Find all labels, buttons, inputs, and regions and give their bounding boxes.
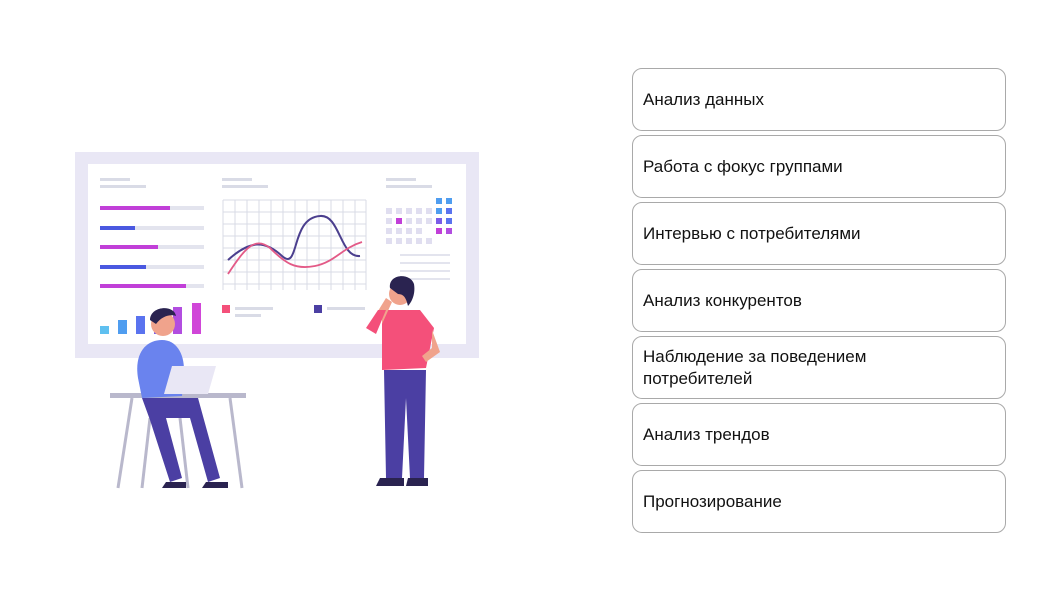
list-item-label: Наблюдение за поведением потребителей bbox=[643, 346, 867, 388]
list-item-label: Работа с фокус группами bbox=[643, 156, 843, 176]
list-item-competitor-analysis[interactable]: Анализ конкурентов bbox=[632, 269, 1006, 332]
list-item-data-analysis[interactable]: Анализ данных bbox=[632, 68, 1006, 131]
list-item-label: Интервью с потребителями bbox=[643, 223, 861, 243]
list-item-trend-analysis[interactable]: Анализ трендов bbox=[632, 403, 1006, 466]
list-item-label: Анализ данных bbox=[643, 89, 764, 109]
list-item-label: Прогнозирование bbox=[643, 491, 782, 511]
list-item-consumer-interviews[interactable]: Интервью с потребителями bbox=[632, 202, 1006, 265]
list-item-focus-groups[interactable]: Работа с фокус группами bbox=[632, 135, 1006, 198]
list-item-label: Анализ конкурентов bbox=[643, 290, 802, 310]
analytics-illustration bbox=[75, 152, 479, 489]
methods-list: Анализ данных Работа с фокус группами Ин… bbox=[632, 68, 1006, 537]
list-item-label: Анализ трендов bbox=[643, 424, 770, 444]
list-item-behavior-observation[interactable]: Наблюдение за поведением потребителей bbox=[632, 336, 1006, 399]
list-item-forecasting[interactable]: Прогнозирование bbox=[632, 470, 1006, 533]
